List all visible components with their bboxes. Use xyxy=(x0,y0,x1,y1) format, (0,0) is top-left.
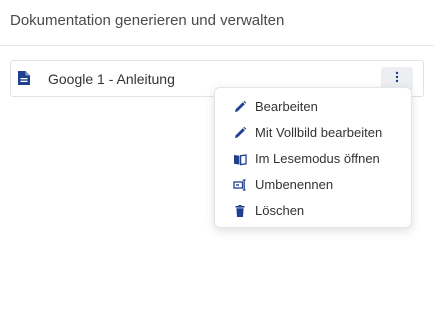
menu-item-edit[interactable]: Bearbeiten xyxy=(215,94,413,120)
document-icon xyxy=(17,70,31,86)
menu-item-delete[interactable]: Löschen xyxy=(215,198,413,224)
menu-item-rename[interactable]: Umbenennen xyxy=(215,172,413,198)
rename-icon xyxy=(233,178,247,192)
trash-icon xyxy=(233,204,247,218)
kebab-icon xyxy=(395,70,399,88)
menu-item-label: Bearbeiten xyxy=(255,99,318,114)
menu-item-edit-fullscreen[interactable]: Mit Vollbild bearbeiten xyxy=(215,120,413,146)
page-title: Dokumentation generieren und verwalten xyxy=(10,12,285,29)
menu-item-label: Umbenennen xyxy=(255,177,334,192)
pencil-icon xyxy=(233,100,247,114)
page-header: Dokumentation generieren und verwalten xyxy=(0,0,434,46)
menu-item-label: Mit Vollbild bearbeiten xyxy=(255,125,383,140)
document-title[interactable]: Google 1 - Anleitung xyxy=(48,71,175,87)
menu-item-label: Im Lesemodus öffnen xyxy=(255,151,380,166)
app: Dokumentation generieren und verwalten G… xyxy=(0,0,434,315)
menu-item-reading-mode[interactable]: Im Lesemodus öffnen xyxy=(215,146,413,172)
book-open-icon xyxy=(233,152,247,166)
pencil-icon xyxy=(233,126,247,140)
context-menu: Bearbeiten Mit Vollbild bearbeiten Im Le… xyxy=(214,87,412,228)
menu-item-label: Löschen xyxy=(255,203,305,218)
